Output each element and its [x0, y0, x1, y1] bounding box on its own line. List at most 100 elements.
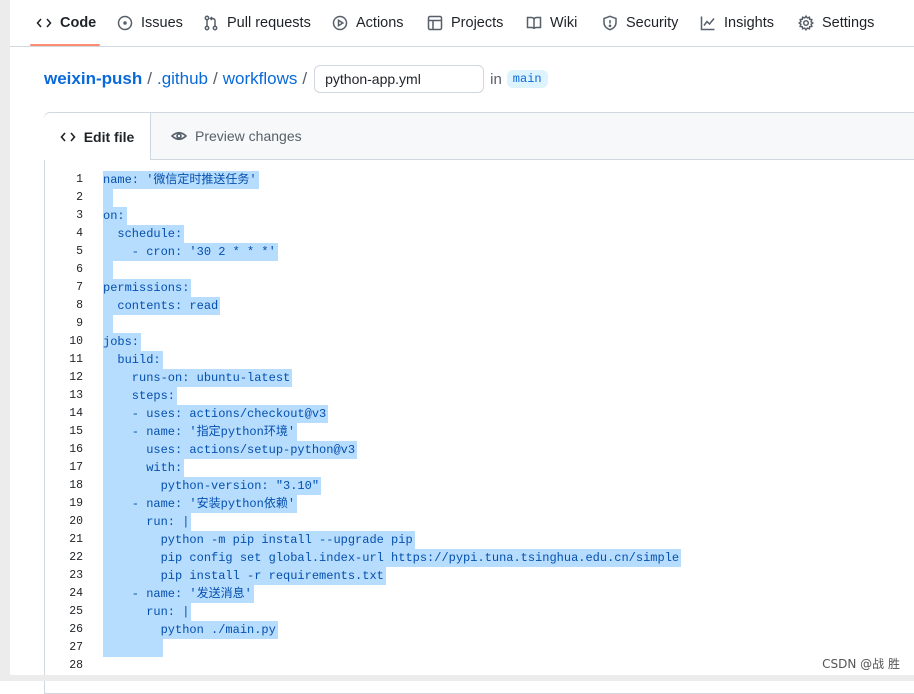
code-line[interactable]: 7 permissions:	[45, 279, 914, 297]
code-line[interactable]: 16 uses: actions/setup-python@v3	[45, 441, 914, 459]
code-selection: contents: read	[103, 297, 221, 315]
code-text: run: |	[103, 513, 192, 531]
code-line[interactable]: 26 python ./main.py	[45, 621, 914, 639]
code-line[interactable]: 12 runs-on: ubuntu-latest	[45, 369, 914, 387]
code-text: permissions:	[103, 279, 192, 297]
code-line[interactable]: 2	[45, 189, 914, 207]
nav-issues[interactable]: Issues	[117, 0, 183, 46]
code-icon	[60, 131, 76, 142]
code-selection	[103, 639, 163, 657]
line-number: 26	[69, 623, 83, 636]
nav-selected-underline	[30, 44, 100, 46]
code-line[interactable]: 17 with:	[45, 459, 914, 477]
code-line[interactable]: 6	[45, 261, 914, 279]
code-selection: - uses: actions/checkout@v3	[103, 405, 329, 423]
code-line[interactable]: 24 - name: '发送消息'	[45, 585, 914, 603]
code-selection: - name: '发送消息'	[103, 585, 254, 603]
line-number: 17	[69, 461, 83, 474]
code-text: schedule:	[103, 225, 185, 243]
nav-pull-requests[interactable]: Pull requests	[203, 0, 311, 46]
code-selection: with:	[103, 459, 185, 477]
code-line[interactable]: 8 contents: read	[45, 297, 914, 315]
code-line[interactable]: 20 run: |	[45, 513, 914, 531]
code-line[interactable]: 5 - cron: '30 2 * * *'	[45, 243, 914, 261]
book-icon	[526, 16, 542, 30]
code-editor[interactable]: 1 name: '微信定时推送任务' 2 3 on: 4 schedule: 5 - cro…	[45, 171, 914, 691]
nav-code[interactable]: Code	[36, 0, 96, 46]
code-line[interactable]: 1 name: '微信定时推送任务'	[45, 171, 914, 189]
line-number: 25	[69, 605, 83, 618]
code-line[interactable]: 18 python-version: "3.10"	[45, 477, 914, 495]
code-line[interactable]: 14 - uses: actions/checkout@v3	[45, 405, 914, 423]
line-number: 16	[69, 443, 83, 456]
file-editor: Edit file Preview changes 1 name: '微信定时推送…	[44, 112, 914, 694]
nav-settings[interactable]: Settings	[798, 0, 874, 46]
line-number: 20	[69, 515, 83, 528]
line-number: 22	[69, 551, 83, 564]
nav-wiki[interactable]: Wiki	[526, 0, 577, 46]
code-line[interactable]: 27	[45, 639, 914, 657]
code-text: build:	[103, 351, 163, 369]
branch-badge[interactable]: main	[506, 70, 548, 88]
code-text: pip config set global.index-url https://…	[103, 549, 682, 567]
nav-actions[interactable]: Actions	[332, 0, 404, 46]
code-line[interactable]: 15 - name: '指定python环境'	[45, 423, 914, 441]
nav-insights[interactable]: Insights	[700, 0, 774, 46]
code-text: pip install -r requirements.txt	[103, 567, 386, 585]
code-selection: - cron: '30 2 * * *'	[103, 243, 278, 261]
code-line[interactable]: 13 steps:	[45, 387, 914, 405]
line-number: 3	[76, 209, 83, 222]
breadcrumb-separator: /	[213, 69, 218, 88]
breadcrumb-separator: /	[147, 69, 152, 88]
breadcrumb-github-link[interactable]: .github	[157, 69, 208, 89]
code-line[interactable]: 21 python -m pip install --upgrade pip	[45, 531, 914, 549]
code-line[interactable]: 19 - name: '安装python依赖'	[45, 495, 914, 513]
code-text: python -m pip install --upgrade pip	[103, 531, 415, 549]
code-line[interactable]: 9	[45, 315, 914, 333]
breadcrumb-workflows-link[interactable]: workflows	[223, 69, 298, 89]
code-selection: steps:	[103, 387, 178, 405]
nav-security[interactable]: Security	[602, 0, 678, 46]
table-icon	[427, 15, 443, 31]
code-selection: pip install -r requirements.txt	[103, 567, 386, 585]
code-line[interactable]: 11 build:	[45, 351, 914, 369]
code-line[interactable]: 25 run: |	[45, 603, 914, 621]
code-selection: python -m pip install --upgrade pip	[103, 531, 415, 549]
nav-projects[interactable]: Projects	[427, 0, 503, 46]
code-text: python-version: "3.10"	[103, 477, 322, 495]
code-text: with:	[103, 459, 185, 477]
line-number: 5	[76, 245, 83, 258]
nav-insights-label: Insights	[724, 15, 774, 31]
watermark: CSDN @战 胜	[822, 657, 900, 671]
line-number: 15	[69, 425, 83, 438]
code-text: uses: actions/setup-python@v3	[103, 441, 358, 459]
line-number: 19	[69, 497, 83, 510]
filename-input[interactable]	[314, 65, 485, 93]
code-selection: - name: '安装python依赖'	[103, 495, 298, 513]
code-text: runs-on: ubuntu-latest	[103, 369, 293, 387]
code-text: contents: read	[103, 297, 221, 315]
tab-preview-changes-label: Preview changes	[195, 128, 302, 144]
tab-edit-file[interactable]: Edit file	[44, 113, 151, 160]
code-text: run: |	[103, 603, 192, 621]
branch-in-label: in	[490, 70, 502, 88]
tab-preview-changes[interactable]: Preview changes	[171, 113, 302, 159]
code-line[interactable]: 3 on:	[45, 207, 914, 225]
code-selection	[103, 657, 113, 675]
code-line[interactable]: 10 jobs:	[45, 333, 914, 351]
play-icon	[332, 15, 348, 31]
code-line[interactable]: 4 schedule:	[45, 225, 914, 243]
line-number: 10	[69, 335, 83, 348]
code-line[interactable]: 28	[45, 657, 914, 675]
editor-tabs: Edit file Preview changes	[44, 113, 914, 160]
line-number: 6	[76, 263, 83, 276]
code-line[interactable]: 22 pip config set global.index-url https…	[45, 549, 914, 567]
line-number: 12	[69, 371, 83, 384]
code-selection: jobs:	[103, 333, 142, 351]
code-selection: uses: actions/setup-python@v3	[103, 441, 358, 459]
code-line[interactable]: 23 pip install -r requirements.txt	[45, 567, 914, 585]
window-left-edge	[0, 0, 10, 681]
code-selection: python ./main.py	[103, 621, 278, 639]
breadcrumb-repo-link[interactable]: weixin-push	[44, 69, 142, 89]
graph-icon	[700, 16, 715, 31]
